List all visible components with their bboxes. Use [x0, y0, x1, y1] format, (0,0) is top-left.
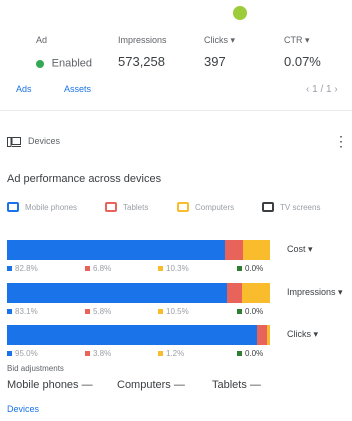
device-bar[interactable]: [7, 240, 270, 260]
bid-mobile[interactable]: Mobile phones —: [7, 379, 93, 391]
card-subtitle: Ad performance across devices: [7, 173, 162, 185]
mobile-percent: 83.1%: [7, 307, 38, 316]
bid-computers[interactable]: Computers —: [117, 379, 185, 391]
tablet-dot: [85, 266, 90, 271]
device-bar[interactable]: [7, 283, 270, 303]
mobile-dot: [7, 351, 12, 356]
summary-title: [120, 6, 230, 20]
percent-text: 3.8%: [93, 349, 112, 358]
metric-selector[interactable]: Cost ▾: [287, 244, 313, 255]
divider: [0, 110, 352, 111]
impressions-value: 573,258: [118, 54, 165, 69]
tv-percent: 0.0%: [237, 264, 263, 273]
percent-text: 10.5%: [166, 307, 189, 316]
computer-segment: [242, 240, 270, 260]
percent-text: 83.1%: [15, 307, 38, 316]
computer-segment: [242, 283, 270, 303]
percent-text: 6.8%: [93, 264, 112, 273]
tablet-dot: [85, 351, 90, 356]
mobile-percent: 82.8%: [7, 264, 38, 273]
tv-legend-swatch: [262, 202, 274, 212]
tab-assets[interactable]: Assets: [64, 84, 91, 94]
column-header-impressions[interactable]: Impressions: [118, 35, 167, 45]
percent-text: 0.0%: [245, 307, 264, 316]
ad-strength-indicator: [233, 6, 247, 20]
column-header-ctr[interactable]: CTR ▾: [284, 35, 310, 46]
legend-mobile[interactable]: Mobile phones: [7, 202, 77, 212]
computer-dot: [158, 351, 163, 356]
tablet-percent: 3.8%: [85, 349, 111, 358]
mobile-segment: [7, 325, 257, 345]
devices-link[interactable]: Devices: [7, 404, 39, 414]
clicks-value: 397: [204, 54, 226, 69]
tv-dot: [237, 351, 242, 356]
legend-tv[interactable]: TV screens: [262, 202, 320, 212]
tablet-segment: [256, 325, 267, 345]
tv-dot: [237, 309, 242, 314]
bid-tablets[interactable]: Tablets —: [212, 379, 261, 391]
bid-adjustments-label: Bid adjustments: [7, 364, 64, 373]
tablet-percent: 5.8%: [85, 307, 111, 316]
tablet-percent: 6.8%: [85, 264, 111, 273]
enabled-status-dot: [36, 59, 44, 68]
mobile-percent: 95.0%: [7, 349, 38, 358]
mobile-segment: [7, 240, 225, 260]
mobile-segment: [7, 283, 227, 303]
tv-percent: 0.0%: [237, 349, 263, 358]
computer-segment: [266, 325, 270, 345]
tablet-segment: [224, 240, 243, 260]
tablet-dot: [85, 309, 90, 314]
percent-text: 1.2%: [166, 349, 185, 358]
card-title: Devices: [28, 136, 61, 146]
tv-percent: 0.0%: [237, 307, 263, 316]
column-header-clicks[interactable]: Clicks ▾: [204, 35, 235, 46]
legend-label-computer: Computers: [195, 202, 235, 212]
tablet-segment: [226, 283, 243, 303]
computer-percent: 1.2%: [158, 349, 184, 358]
tablet-legend-swatch: [105, 202, 117, 212]
computer-dot: [158, 309, 163, 314]
legend-label-tv: TV screens: [280, 202, 321, 212]
legend-computer[interactable]: Computers: [177, 202, 234, 212]
device-bar[interactable]: [7, 325, 270, 345]
ctr-value: 0.07%: [284, 54, 321, 69]
legend-label-mobile: Mobile phones: [25, 202, 78, 212]
percent-text: 82.8%: [15, 264, 38, 273]
legend-tablet[interactable]: Tablets: [105, 202, 148, 212]
percent-text: 0.0%: [245, 349, 264, 358]
status-cell: Enabled: [36, 55, 92, 70]
percent-text: 5.8%: [93, 307, 112, 316]
legend-label-tablet: Tablets: [123, 202, 149, 212]
computer-dot: [158, 266, 163, 271]
mobile-legend-swatch: [7, 202, 19, 212]
column-header-ad[interactable]: Ad: [36, 35, 47, 45]
more-options-icon[interactable]: ⋮: [334, 133, 348, 150]
tv-dot: [237, 266, 242, 271]
tab-ads[interactable]: Ads: [16, 84, 32, 94]
percent-text: 10.3%: [166, 264, 189, 273]
computer-percent: 10.5%: [158, 307, 189, 316]
percent-text: 95.0%: [15, 349, 38, 358]
computer-percent: 10.3%: [158, 264, 189, 273]
mobile-dot: [7, 309, 12, 314]
computer-legend-swatch: [177, 202, 189, 212]
metric-selector[interactable]: Clicks ▾: [287, 329, 318, 340]
devices-icon: [7, 137, 21, 147]
pager[interactable]: ‹ 1 / 1 ›: [306, 84, 338, 95]
percent-text: 0.0%: [245, 264, 264, 273]
mobile-dot: [7, 266, 12, 271]
metric-selector[interactable]: Impressions ▾: [287, 287, 343, 298]
status-text: Enabled: [51, 57, 92, 70]
